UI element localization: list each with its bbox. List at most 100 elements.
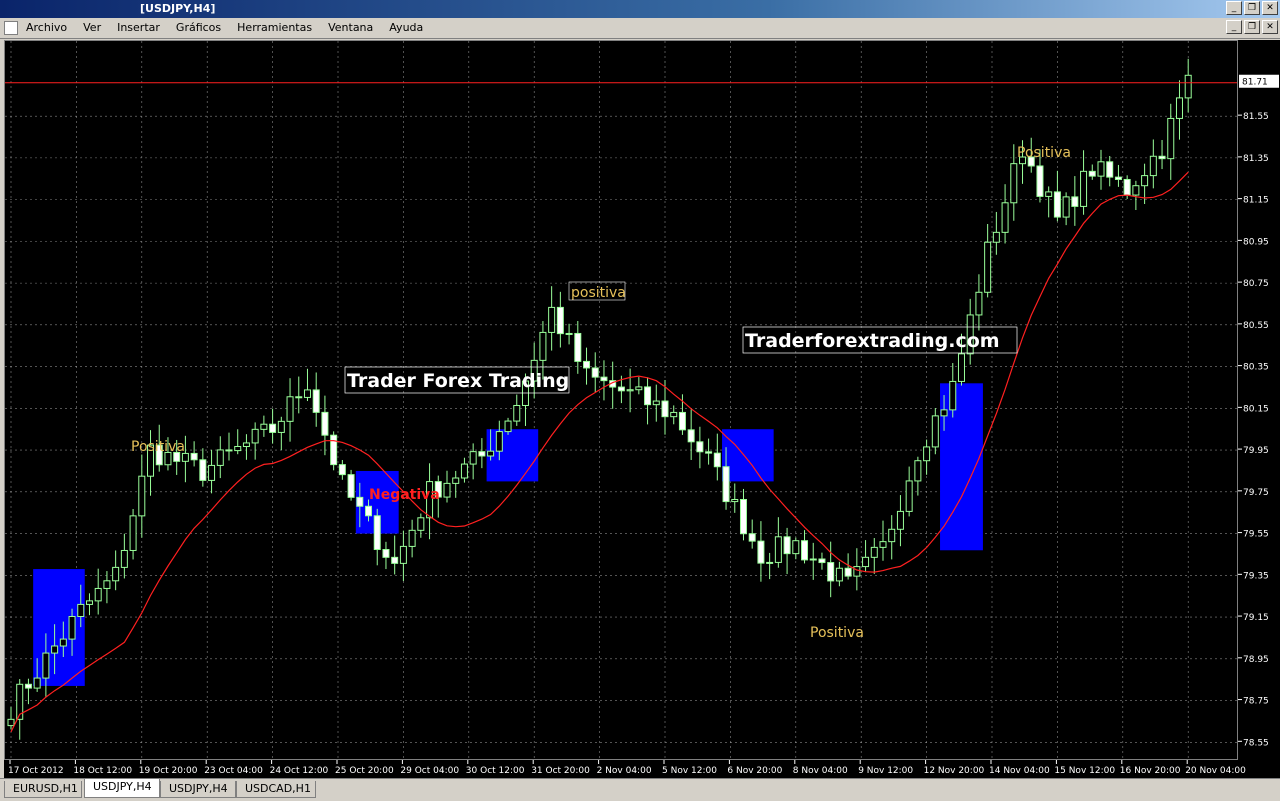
watermark-traderforextrading-com-group: Traderforextrading.com — [742, 326, 1018, 354]
signal-box[interactable] — [486, 429, 539, 482]
annotation-positiva-2: positiva — [571, 285, 626, 301]
candle-body — [1036, 165, 1044, 197]
candle-body — [757, 540, 765, 564]
menu-ver[interactable]: Ver — [83, 21, 101, 34]
candle-body — [208, 464, 216, 481]
menu-herramientas[interactable]: Herramientas — [237, 21, 312, 34]
price-tick-label: 80.35 — [1243, 363, 1269, 373]
candle-body — [975, 291, 983, 316]
candle-body — [321, 411, 329, 436]
price-chart[interactable]: Trader Forex Trading Traderforextrading.c… — [5, 41, 1237, 759]
time-scale[interactable]: 17 Oct 2012 18 Oct 12:00 19 Oct 20:00 23 Oc… — [4, 760, 1280, 778]
candle-body — [783, 536, 791, 555]
time-tick-label: 2 Nov 04:00 — [597, 766, 652, 776]
candle-body — [801, 540, 809, 561]
candle-body — [1158, 155, 1166, 160]
candle-body — [548, 306, 556, 333]
candle-body — [696, 441, 704, 453]
menu-ventana[interactable]: Ventana — [328, 21, 373, 34]
candle-body — [1167, 117, 1175, 160]
price-tick-label: 79.35 — [1243, 571, 1269, 581]
menu-archivo[interactable]: Archivo — [26, 21, 67, 34]
candle-body — [905, 480, 913, 512]
candle-body — [827, 562, 835, 582]
price-scale[interactable]: 81.55 81.35 81.15 80.95 80.75 80.55 80.35 80.15… — [1238, 40, 1280, 760]
signal-box[interactable] — [722, 429, 774, 482]
candle-body — [312, 389, 320, 413]
candle-body — [399, 545, 407, 564]
candle-body — [896, 510, 904, 530]
candle-body — [478, 451, 486, 457]
restore-button[interactable]: ❐ — [1244, 1, 1260, 15]
candle-body — [923, 446, 931, 462]
candle-body — [225, 449, 233, 452]
price-tick-label: 79.15 — [1243, 613, 1269, 623]
price-tick-label: 81.15 — [1243, 196, 1269, 206]
current-price-label: 81.71 — [1242, 78, 1268, 88]
annotation-negativa: Negativa — [369, 487, 440, 503]
child-close-button[interactable]: ✕ — [1262, 20, 1278, 34]
chart-area[interactable]: Trader Forex Trading Traderforextrading.c… — [4, 40, 1238, 760]
candle-body — [661, 400, 669, 418]
candle-body — [1141, 175, 1149, 187]
tab-usdcad-h1[interactable]: USDCAD,H1 — [236, 781, 316, 798]
candle-body — [600, 376, 608, 382]
candle-body — [295, 396, 303, 399]
price-tick-label: 78.75 — [1243, 697, 1269, 707]
candle-body — [835, 567, 843, 582]
candle-body — [199, 459, 207, 481]
menu-graficos[interactable]: Gráficos — [176, 21, 221, 34]
candle-body — [138, 475, 146, 517]
price-tick-label: 80.95 — [1243, 237, 1269, 247]
tab-usdjpy-h4[interactable]: USDJPY,H4 — [160, 781, 236, 798]
candle-body — [347, 474, 355, 498]
candle-body — [748, 533, 756, 542]
candle-body — [495, 431, 503, 452]
price-tick-label: 80.75 — [1243, 279, 1269, 289]
candle-body — [103, 580, 111, 589]
candle-body — [1071, 196, 1079, 207]
time-tick-label: 5 Nov 12:00 — [662, 766, 717, 776]
candle-body — [286, 396, 294, 422]
candle-body — [862, 556, 870, 568]
candle-body — [1132, 185, 1140, 196]
candle-body — [24, 683, 32, 689]
price-tick-label: 78.55 — [1243, 738, 1269, 748]
candle-body — [722, 466, 730, 503]
candle-body — [635, 386, 643, 391]
candle-body — [844, 567, 852, 577]
candle-body — [1010, 163, 1018, 204]
candle-body — [739, 498, 747, 535]
candle-body — [303, 389, 311, 398]
time-tick-label: 30 Oct 12:00 — [466, 766, 525, 776]
menu-ayuda[interactable]: Ayuda — [389, 21, 423, 34]
price-tick-label: 80.15 — [1243, 404, 1269, 414]
candle-body — [652, 400, 660, 406]
tab-eurusd-h1[interactable]: EURUSD,H1 — [4, 781, 82, 798]
tab-usdjpy-h4-active[interactable]: USDJPY,H4 — [84, 779, 160, 798]
signal-box[interactable] — [940, 383, 983, 551]
candle-body — [190, 452, 198, 461]
child-minimize-button[interactable]: _ — [1226, 20, 1242, 34]
minimize-button[interactable]: _ — [1226, 1, 1242, 15]
candle-body — [1062, 196, 1070, 218]
candle-body — [338, 464, 346, 476]
price-tick-label: 79.95 — [1243, 446, 1269, 456]
close-button[interactable]: ✕ — [1262, 1, 1278, 15]
chart-document-icon[interactable] — [4, 21, 18, 35]
candle-body — [984, 241, 992, 293]
child-restore-button[interactable]: ❐ — [1244, 20, 1260, 34]
candle-body — [513, 404, 521, 422]
time-tick-label: 8 Nov 04:00 — [793, 766, 848, 776]
candle-body — [469, 451, 477, 465]
candle-body — [617, 386, 625, 392]
candle-body — [914, 460, 922, 482]
candle-body — [356, 496, 364, 507]
candle-body — [504, 420, 512, 433]
candle-body — [1149, 155, 1157, 177]
menu-insertar[interactable]: Insertar — [117, 21, 160, 34]
time-tick-label: 29 Oct 04:00 — [400, 766, 459, 776]
time-tick-label: 19 Oct 20:00 — [139, 766, 198, 776]
candle-body — [487, 450, 495, 457]
signal-box[interactable] — [33, 569, 85, 686]
